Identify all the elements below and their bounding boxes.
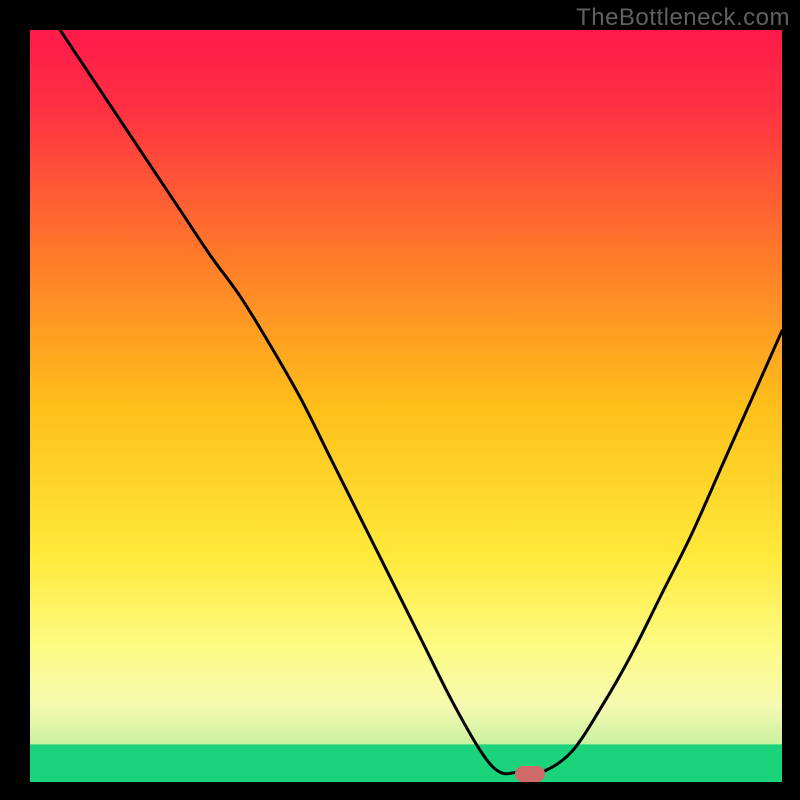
chart-frame: TheBottleneck.com <box>0 0 800 800</box>
optimal-marker <box>515 766 545 782</box>
green-band <box>30 744 782 782</box>
gradient-background <box>30 30 782 782</box>
watermark-text: TheBottleneck.com <box>576 4 790 32</box>
plot-area <box>30 30 782 782</box>
